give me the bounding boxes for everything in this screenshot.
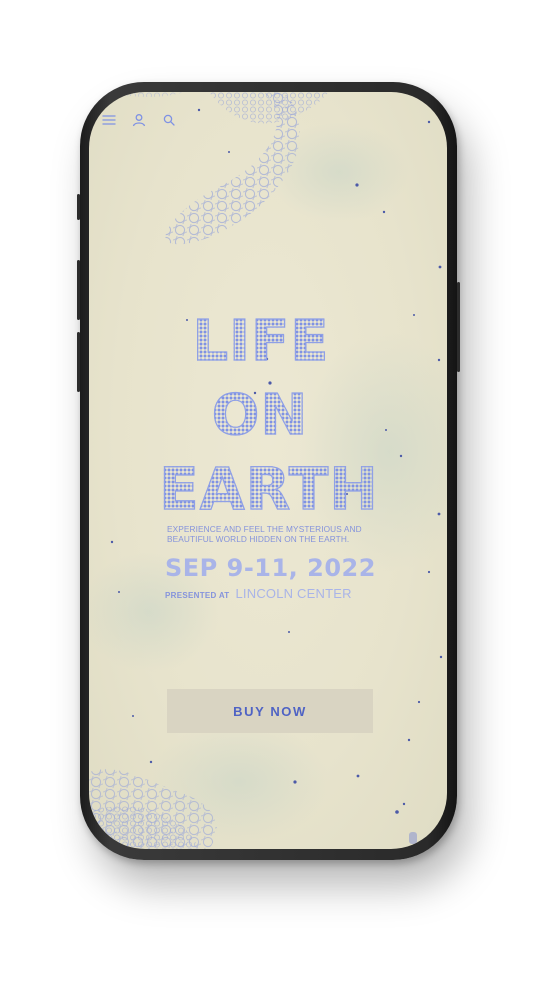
menu-icon[interactable]: [101, 112, 117, 128]
user-icon[interactable]: [131, 112, 147, 128]
presented-at-label: PRESENTED AT: [165, 591, 230, 600]
buy-now-button[interactable]: BUY NOW: [167, 689, 373, 733]
title-line-2: ON: [89, 387, 447, 444]
volume-down-button: [77, 332, 80, 392]
mute-switch: [77, 194, 80, 220]
event-tagline: EXPERIENCE AND FEEL THE MYSTERIOUS AND B…: [167, 524, 362, 544]
speaker-indicator: [409, 832, 417, 844]
power-button: [457, 282, 460, 372]
volume-up-button: [77, 260, 80, 320]
title-line-1: LIFE: [89, 313, 447, 370]
hero-section: LIFE ON EARTH EXPERIENCE AND FEEL THE MY…: [89, 313, 447, 601]
venue-name: LINCOLN CENTER: [235, 586, 352, 601]
phone-frame: LIFE ON EARTH EXPERIENCE AND FEEL THE MY…: [77, 82, 460, 860]
title-line-3: EARTH: [91, 459, 447, 518]
event-dates: SEP 9-11, 2022: [165, 554, 376, 582]
venue-line: PRESENTED AT LINCOLN CENTER: [165, 586, 447, 601]
top-nav: [101, 112, 177, 128]
mockup-stage: LIFE ON EARTH EXPERIENCE AND FEEL THE MY…: [0, 0, 533, 984]
search-icon[interactable]: [161, 112, 177, 128]
app-screen: LIFE ON EARTH EXPERIENCE AND FEEL THE MY…: [89, 92, 447, 849]
